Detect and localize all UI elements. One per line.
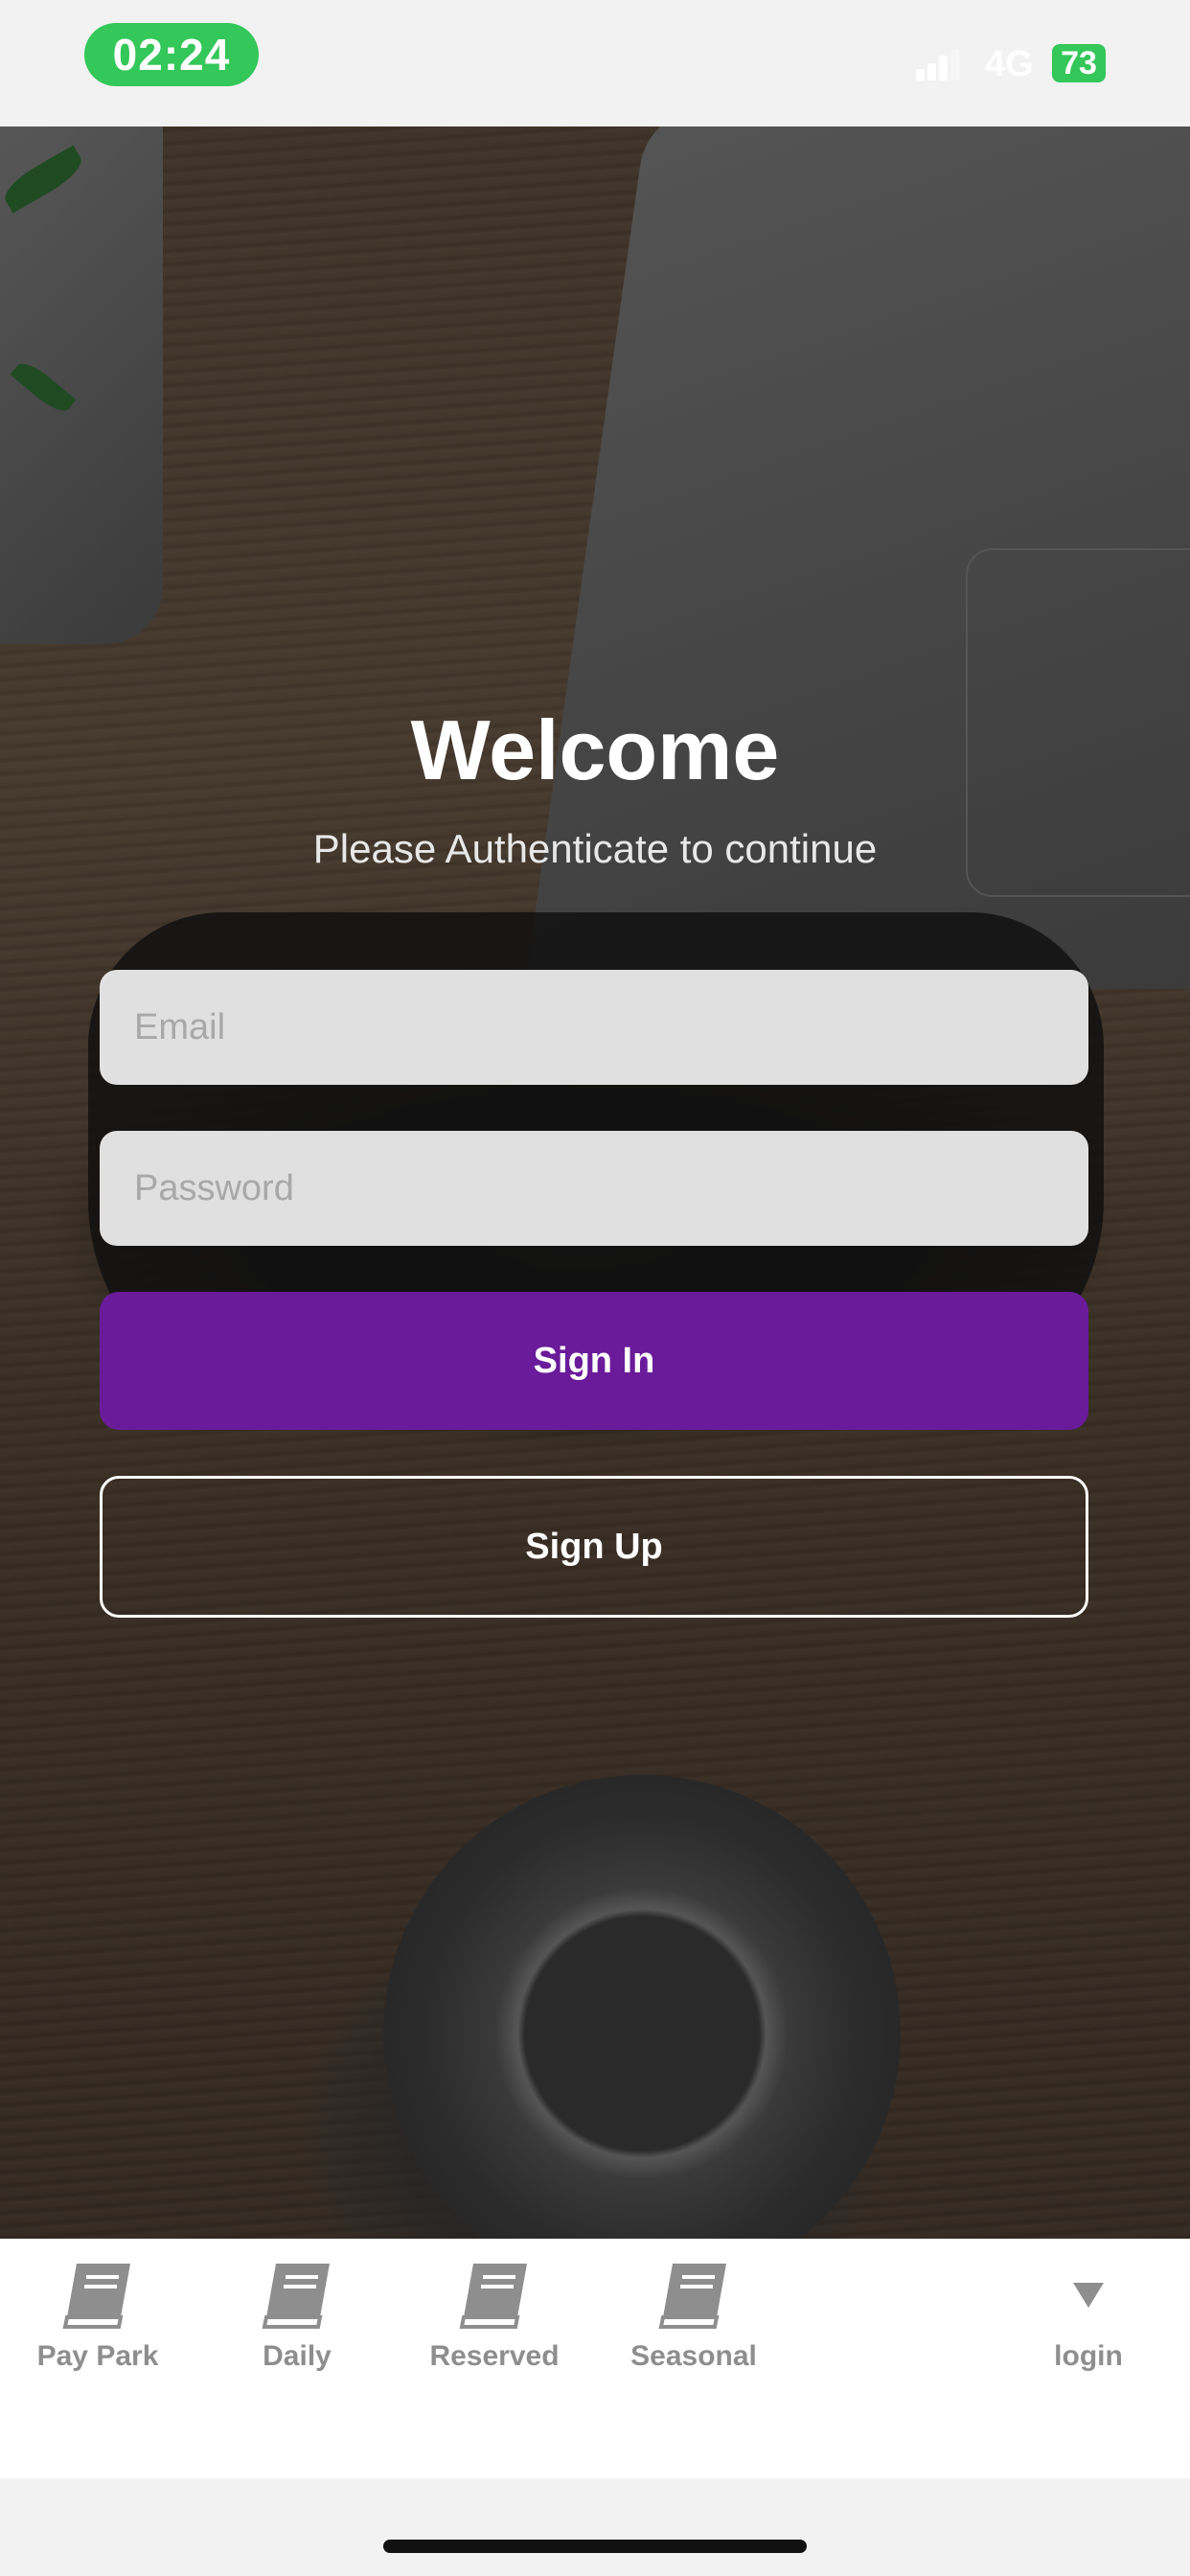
book-icon — [459, 2264, 527, 2329]
sign-up-button[interactable]: Sign Up — [100, 1476, 1088, 1618]
tab-daily[interactable]: Daily — [201, 2260, 393, 2373]
email-field[interactable] — [100, 970, 1088, 1085]
triangle-down-icon — [1073, 2283, 1104, 2308]
signal-icon — [916, 50, 959, 80]
tab-label: Daily — [263, 2340, 332, 2372]
battery-icon: 73 — [1052, 44, 1106, 82]
password-field[interactable] — [100, 1131, 1088, 1246]
tab-login[interactable]: login — [993, 2260, 1184, 2373]
welcome-subtitle: Please Authenticate to continue — [312, 826, 878, 871]
book-icon — [62, 2264, 130, 2329]
tab-label: Reserved — [429, 2340, 560, 2372]
status-time: 02:24 — [84, 23, 259, 86]
tab-label: Seasonal — [630, 2340, 757, 2372]
welcome-title: Welcome — [410, 702, 780, 797]
login-background: Welcome Please Authenticate to continue … — [0, 126, 1190, 2239]
status-bar: 02:24 4G 73 — [0, 0, 1190, 126]
tab-label: login — [1054, 2340, 1123, 2372]
home-indicator[interactable] — [383, 2540, 807, 2553]
headphone-image — [383, 1775, 901, 2239]
tab-reserved[interactable]: Reserved — [399, 2260, 590, 2373]
tab-label: Pay Park — [36, 2340, 159, 2372]
tab-bar: Pay Park Daily Reserved Seasonal login — [0, 2239, 1190, 2478]
home-indicator-area — [0, 2478, 1190, 2576]
book-icon — [658, 2264, 726, 2329]
tab-seasonal[interactable]: Seasonal — [598, 2260, 790, 2373]
sign-in-button[interactable]: Sign In — [100, 1292, 1088, 1430]
tab-pay-park[interactable]: Pay Park — [2, 2260, 194, 2373]
network-type: 4G — [985, 44, 1034, 84]
book-icon — [262, 2264, 330, 2329]
